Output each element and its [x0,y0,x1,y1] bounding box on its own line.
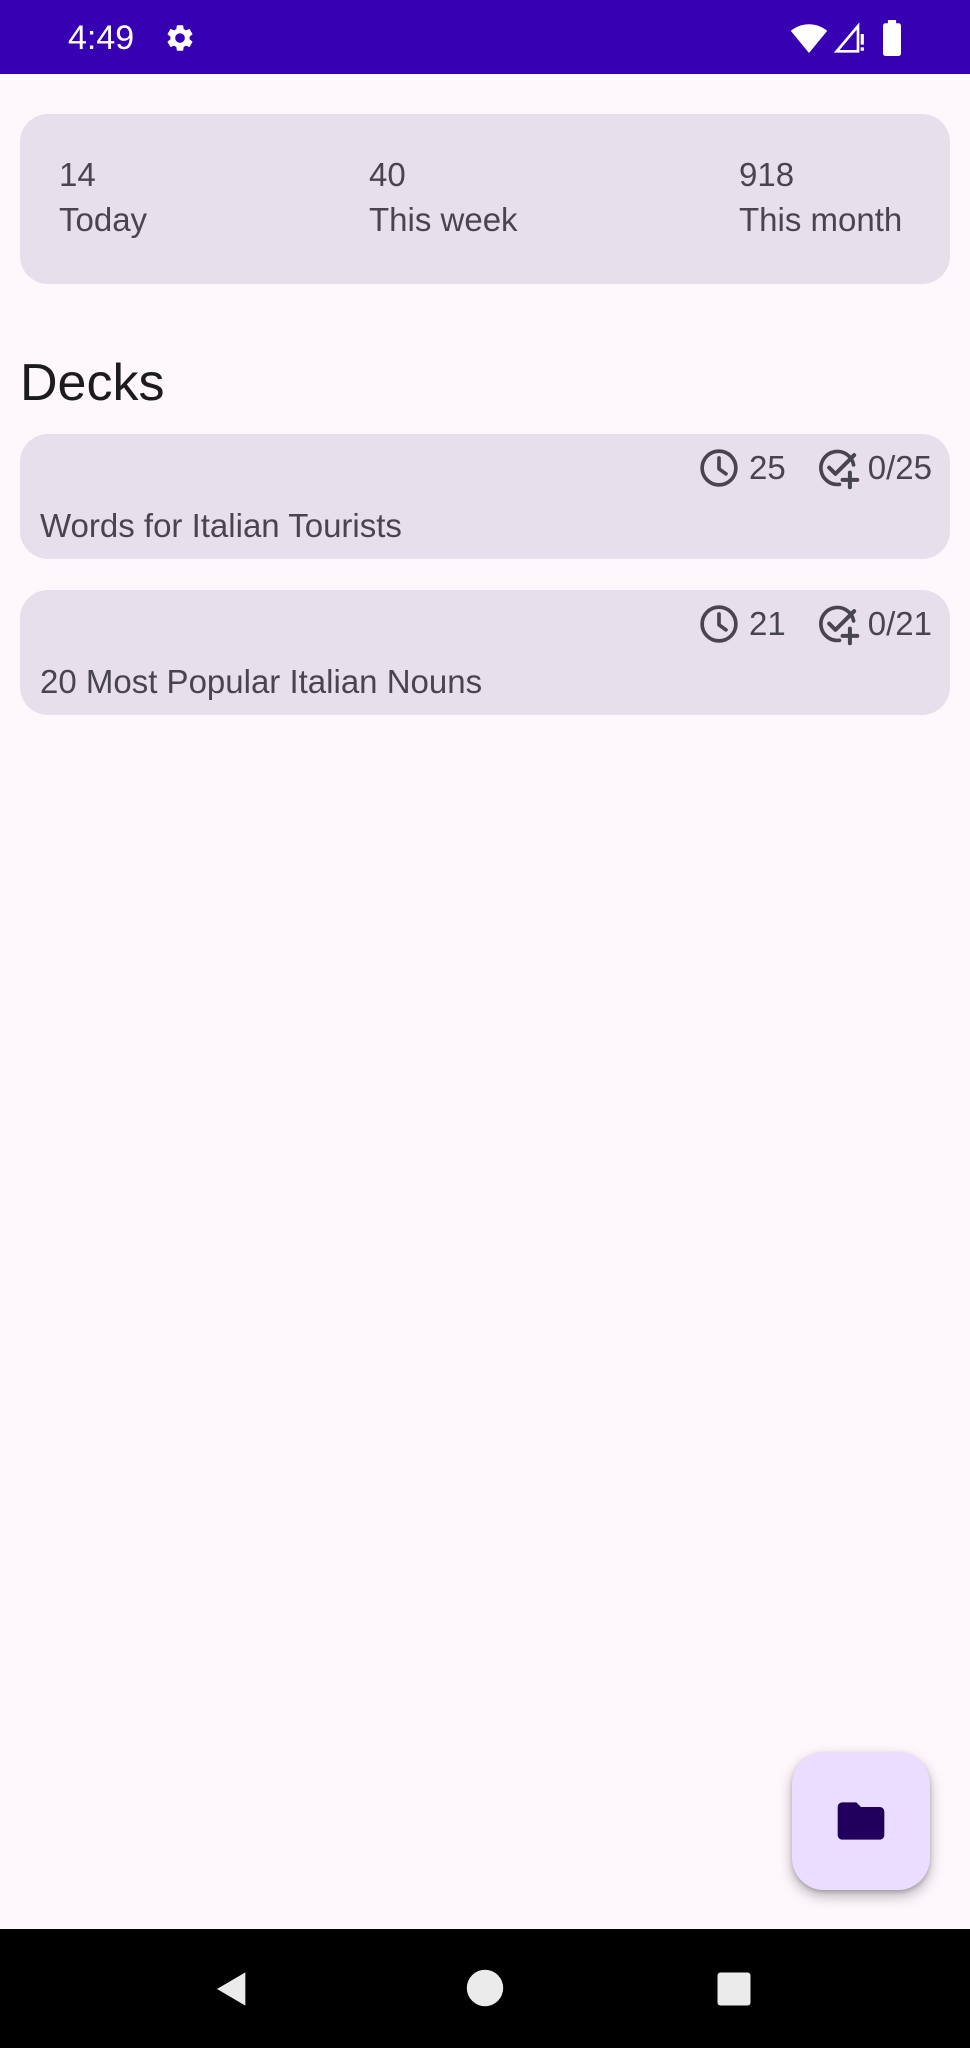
due-count-text: 21 [749,605,786,642]
stat-this-month: 918 This month [739,154,902,244]
new-count: 0/25 [816,446,932,490]
wifi-icon [790,24,828,54]
battery-icon [883,20,901,56]
deck-name: 20 Most Popular Italian Nouns [40,663,483,700]
new-count: 0/21 [816,602,932,646]
stat-this-week: 40 This week [369,154,518,244]
back-icon[interactable] [212,1969,252,2009]
deck-name: Words for Italian Tourists [40,507,402,544]
deck-card[interactable]: 25 0/25 Words for Italian Tourists [20,434,950,559]
home-icon[interactable] [466,1969,504,2007]
check-add-icon [818,449,860,490]
clock-icon [700,449,738,487]
deck-stats: 25 0/25 [697,446,932,490]
signal-icon [834,22,864,53]
due-count: 21 [697,602,786,646]
gear-icon [167,25,193,51]
new-count-text: 0/21 [867,605,932,642]
deck-stats: 21 0/21 [697,602,932,646]
check-add-icon [818,605,860,646]
stat-value: 14 [59,156,96,193]
navigation-bar [0,1929,970,2048]
decks-title: Decks [20,354,165,412]
stat-value: 40 [369,156,406,193]
due-count-text: 25 [749,449,786,486]
deck-card[interactable]: 21 0/21 20 Most Popular Italian Nouns [20,590,950,715]
stats-card: 14 Today 40 This week 918 This month [20,114,950,284]
stat-today: 14 Today [59,154,147,244]
stat-value: 918 [739,156,795,193]
stat-label: Today [59,201,148,238]
clock-icon [700,605,738,643]
stat-label: This week [369,201,518,238]
status-bar: 4:49 [0,0,970,74]
recents-icon[interactable] [716,1971,752,2007]
due-count: 25 [697,446,786,490]
status-time: 4:49 [68,19,135,57]
open-folder-fab[interactable] [792,1752,930,1890]
folder-icon [837,1802,885,1840]
new-count-text: 0/25 [867,449,932,486]
stat-label: This month [739,201,903,238]
